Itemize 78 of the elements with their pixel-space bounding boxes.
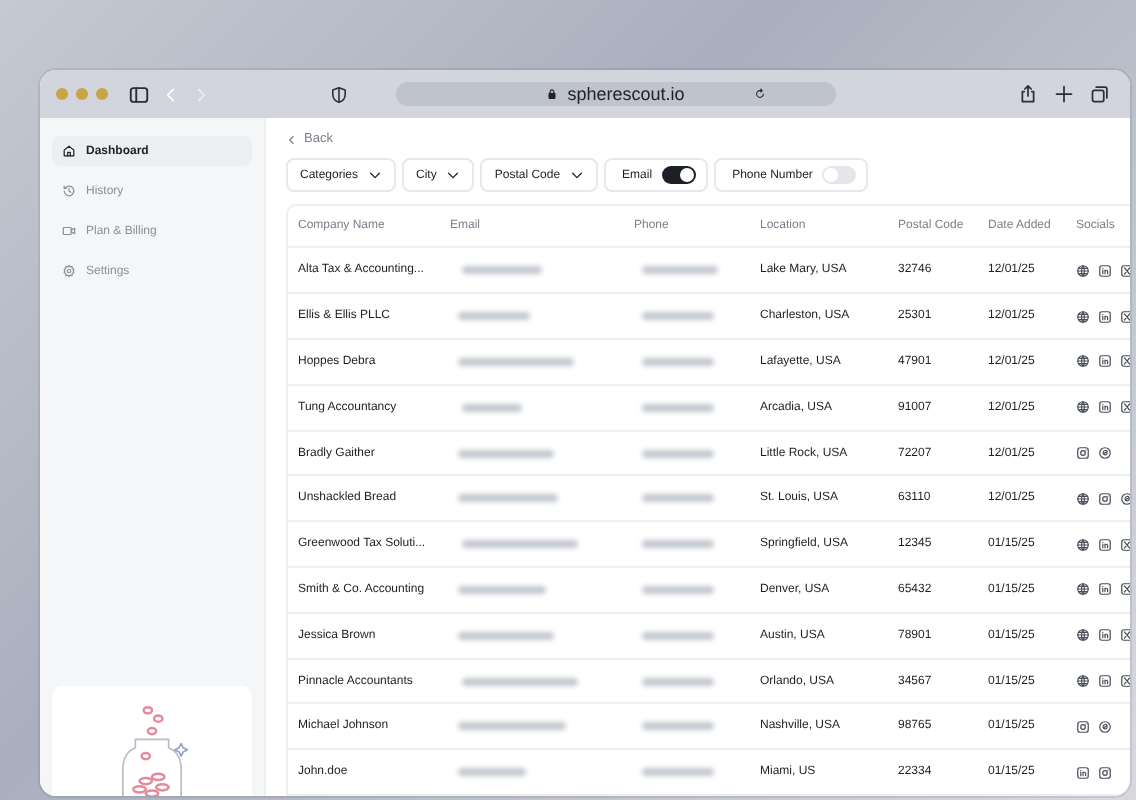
blurred-email — [458, 312, 530, 321]
lock-icon — [545, 88, 558, 100]
linkedin-icon[interactable] — [1098, 400, 1112, 415]
globe-icon[interactable] — [1076, 309, 1090, 324]
toggle-switch[interactable] — [662, 166, 697, 185]
globe-icon[interactable] — [1076, 582, 1090, 597]
chevron-down-icon — [570, 168, 585, 183]
globe-icon[interactable] — [1076, 628, 1090, 643]
reload-icon[interactable] — [754, 88, 767, 100]
window-control-dot[interactable] — [56, 88, 68, 100]
linkedin-icon[interactable] — [1098, 309, 1112, 324]
instagram-icon[interactable] — [1098, 765, 1112, 780]
threads-icon[interactable] — [1098, 446, 1112, 461]
blurred-email — [458, 631, 554, 640]
plus-icon[interactable] — [1054, 84, 1074, 104]
globe-icon[interactable] — [1076, 354, 1090, 369]
blurred-phone — [642, 722, 714, 731]
linkedin-icon[interactable] — [1098, 628, 1112, 643]
x-logo-icon[interactable] — [1120, 674, 1130, 688]
window-control-dot[interactable] — [96, 88, 108, 100]
linkedin-icon[interactable] — [1076, 765, 1090, 780]
shield-icon[interactable] — [330, 85, 348, 103]
blurred-phone — [642, 312, 714, 321]
instagram-icon[interactable] — [1098, 491, 1112, 506]
chevron-down-icon — [368, 168, 383, 183]
x-logo-icon[interactable] — [1120, 263, 1130, 278]
linkedin-icon[interactable] — [1098, 263, 1112, 278]
tabs-icon[interactable] — [1090, 84, 1110, 104]
globe-icon[interactable] — [1076, 537, 1090, 552]
blurred-email — [458, 722, 566, 731]
x-logo-icon[interactable] — [1120, 582, 1130, 597]
blurred-phone — [642, 403, 714, 412]
globe-icon[interactable] — [1076, 491, 1090, 506]
share-icon[interactable] — [1018, 84, 1038, 104]
blurred-phone — [642, 540, 714, 549]
blurred-phone — [642, 266, 718, 275]
globe-icon[interactable] — [1076, 263, 1090, 278]
blurred-email — [458, 449, 554, 458]
globe-icon[interactable] — [1076, 674, 1090, 688]
sidebar-toggle-icon[interactable] — [128, 83, 150, 105]
blurred-email — [458, 494, 558, 503]
blurred-phone — [642, 677, 714, 685]
blurred-phone — [642, 768, 714, 777]
blurred-email — [462, 677, 578, 685]
instagram-icon[interactable] — [1076, 446, 1090, 461]
history-icon — [62, 184, 76, 198]
globe-icon[interactable] — [1076, 400, 1090, 415]
settings-icon — [62, 264, 76, 278]
linkedin-icon[interactable] — [1098, 537, 1112, 552]
blurred-phone — [642, 631, 714, 640]
blurred-email — [458, 357, 574, 366]
chevron-left-icon — [286, 133, 298, 146]
blurred-email — [462, 266, 542, 275]
linkedin-icon[interactable] — [1098, 582, 1112, 597]
threads-icon[interactable] — [1120, 491, 1130, 506]
blurred-email — [458, 585, 546, 594]
x-logo-icon[interactable] — [1120, 354, 1130, 369]
toggle-switch[interactable] — [822, 166, 857, 185]
threads-icon[interactable] — [1098, 719, 1112, 734]
blurred-phone — [642, 357, 714, 366]
blurred-email — [462, 540, 578, 549]
home-icon — [62, 144, 76, 158]
x-logo-icon[interactable] — [1120, 628, 1130, 643]
x-logo-icon[interactable] — [1120, 537, 1130, 552]
window-control-dot[interactable] — [76, 88, 88, 100]
linkedin-icon[interactable] — [1098, 674, 1112, 688]
linkedin-icon[interactable] — [1098, 354, 1112, 369]
blurred-phone — [642, 449, 714, 458]
blurred-phone — [642, 585, 714, 594]
video-icon — [62, 224, 76, 238]
blurred-email — [462, 403, 522, 412]
blurred-phone — [642, 494, 714, 503]
address-bar[interactable]: spherescout.io — [396, 82, 836, 106]
chevron-down-icon — [446, 168, 461, 183]
x-logo-icon[interactable] — [1120, 309, 1130, 324]
blurred-email — [458, 768, 526, 777]
x-logo-icon[interactable] — [1120, 400, 1130, 415]
instagram-icon[interactable] — [1076, 719, 1090, 734]
